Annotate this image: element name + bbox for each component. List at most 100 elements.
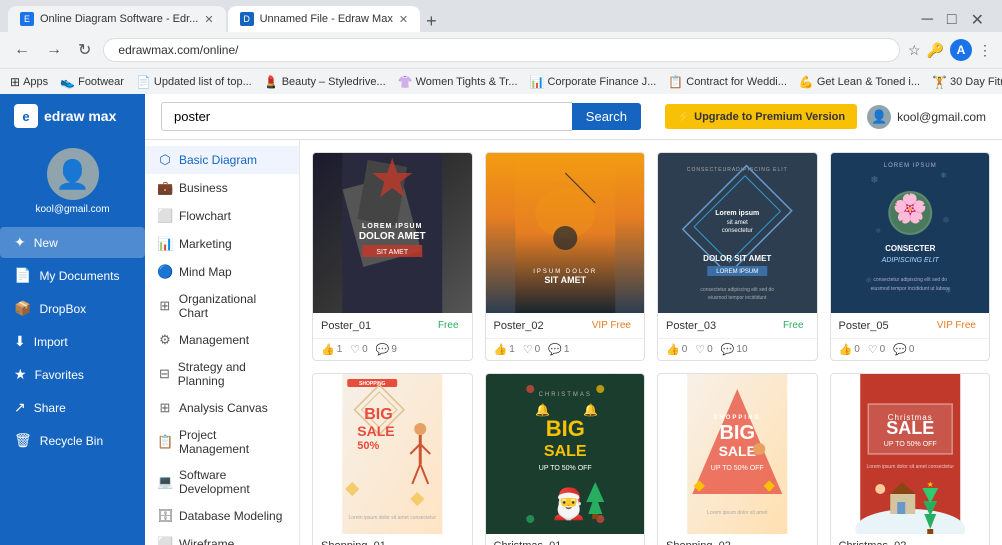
back-button[interactable]: ← — [10, 39, 34, 61]
cat-analysis[interactable]: ⊞ Analysis Canvas — [145, 394, 299, 422]
cat-basic-icon: ⬡ — [157, 152, 173, 168]
cat-wireframe[interactable]: ⬜ Wireframe — [145, 530, 299, 545]
cat-strategy[interactable]: ⊟ Strategy and Planning — [145, 354, 299, 394]
bookmark-30day[interactable]: 🏋30 Day Fitness Chal... — [932, 75, 1002, 89]
poster-card-03[interactable]: CONSECTEURADIPISCING ELIT Lorem ipsum si… — [657, 152, 818, 361]
svg-text:consectetur: consectetur — [722, 228, 753, 234]
bookmark-corp[interactable]: 📊Corporate Finance J... — [530, 75, 657, 89]
sidebar-item-favorites[interactable]: ★ Favorites — [0, 359, 145, 390]
cat-mindmap[interactable]: 🔵 Mind Map — [145, 258, 299, 286]
svg-text:Lorem ipsum dolor sit amet con: Lorem ipsum dolor sit amet consectetur — [866, 464, 954, 470]
poster-card-02[interactable]: IPSUM DOLOR SIT AMET Poster_02 VIP Free … — [485, 152, 646, 361]
cat-flowchart[interactable]: ⬜ Flowchart — [145, 202, 299, 230]
svg-text:Lorem ipsum dolor sit amet con: Lorem ipsum dolor sit amet consectetur — [348, 515, 436, 521]
svg-text:eiusmod tempor incididunt ut l: eiusmod tempor incididunt ut labore — [870, 286, 949, 292]
cat-flowchart-icon: ⬜ — [157, 208, 173, 224]
bookmark-women[interactable]: 👚Women Tights & Tr... — [398, 75, 518, 89]
bookmark-footwear[interactable]: 👟Footwear — [60, 75, 124, 89]
tab-close-1[interactable]: ✕ — [204, 13, 213, 26]
forward-button[interactable]: → — [42, 39, 66, 61]
cat-basic-diagram[interactable]: ⬡ Basic Diagram — [145, 146, 299, 174]
cat-marketing[interactable]: 📊 Marketing — [145, 230, 299, 258]
poster-card-shop2[interactable]: SHOPPING BIG SALE UP TO 50% OFF Lorem ip… — [657, 373, 818, 545]
gallery-row-2: SHOPPING BIG SALE 50% — [312, 373, 990, 545]
svg-text:50%: 50% — [357, 440, 379, 452]
svg-text:🎅: 🎅 — [550, 486, 587, 521]
svg-text:Lorem ipsum dolor sit amet: Lorem ipsum dolor sit amet — [707, 510, 768, 516]
logo-icon: e — [14, 104, 38, 128]
avatar: 👤 — [47, 148, 99, 200]
cat-database[interactable]: 🗄 Database Modeling — [145, 502, 299, 530]
new-icon: ✦ — [14, 234, 26, 251]
menu-button[interactable]: ⋮ — [978, 42, 992, 59]
favorites-icon: ★ — [14, 366, 27, 383]
close-window-button[interactable]: ✕ — [967, 8, 988, 32]
poster-card-01[interactable]: LOREM IPSUM DOLOR AMET SIT AMET Poster_0… — [312, 152, 473, 361]
poster-badge-03: Free — [778, 319, 809, 332]
key-button[interactable]: 🔑 — [927, 42, 944, 59]
new-tab-button[interactable]: + — [426, 11, 437, 32]
address-bar[interactable]: edrawmax.com/online/ — [103, 38, 900, 62]
browser-actions: ☆ 🔑 A ⋮ — [908, 39, 992, 61]
bookmark-star-button[interactable]: ☆ — [908, 42, 921, 59]
cat-analysis-label: Analysis Canvas — [179, 401, 268, 415]
svg-text:consectetur adipiscing elit se: consectetur adipiscing elit sed do — [700, 287, 774, 293]
poster-card-xmas1[interactable]: CHRISTMAS 🔔 🔔 BIG SALE UP TO 50% OFF 🎅 — [485, 373, 646, 545]
poster-thumb-02: IPSUM DOLOR SIT AMET — [486, 153, 645, 313]
browser-tab-2[interactable]: D Unnamed File - Edraw Max ✕ — [228, 6, 421, 32]
cat-mindmap-label: Mind Map — [179, 265, 232, 279]
sidebar-item-dropbox-label: DropBox — [39, 302, 86, 316]
svg-text:BIG: BIG — [545, 416, 584, 441]
sidebar-item-new-label: New — [34, 236, 58, 250]
upgrade-button[interactable]: ⚡ Upgrade to Premium Version — [665, 104, 857, 129]
cat-business[interactable]: 💼 Business — [145, 174, 299, 202]
user-email: kool@gmail.com — [35, 204, 109, 215]
search-button[interactable]: Search — [572, 103, 641, 130]
cat-marketing-label: Marketing — [179, 237, 232, 251]
svg-text:🔔: 🔔 — [535, 403, 550, 417]
cat-project[interactable]: 📋 Project Management — [145, 422, 299, 462]
sidebar-item-import[interactable]: ⬇ Import — [0, 326, 145, 357]
minimize-button[interactable]: ─ — [918, 9, 937, 31]
svg-text:UP TO 50% OFF: UP TO 50% OFF — [538, 465, 591, 472]
poster-name-shop1: Shopping_01 — [321, 540, 386, 545]
poster-card-shop1[interactable]: SHOPPING BIG SALE 50% — [312, 373, 473, 545]
bookmark-beauty[interactable]: 💄Beauty – Styledrive... — [264, 75, 386, 89]
stat-likes-03: 👍0 — [666, 343, 687, 356]
tab-close-2[interactable]: ✕ — [399, 13, 408, 26]
poster-thumb-01: LOREM IPSUM DOLOR AMET SIT AMET — [313, 153, 472, 313]
maximize-button[interactable]: □ — [943, 9, 961, 31]
cat-management-icon: ⚙ — [157, 332, 173, 348]
svg-text:UP TO 50% OFF: UP TO 50% OFF — [711, 465, 764, 472]
sidebar-item-new[interactable]: ✦ New — [0, 227, 145, 258]
svg-text:CONSECTEURADIPISCING ELIT: CONSECTEURADIPISCING ELIT — [687, 167, 788, 173]
bookmark-apps[interactable]: ⊞Apps — [10, 75, 48, 89]
sidebar-item-dropbox[interactable]: 📦 DropBox — [0, 293, 145, 324]
tab-favicon-1: E — [20, 12, 34, 26]
sidebar-item-share[interactable]: ↗ Share — [0, 392, 145, 423]
browser-tab-1[interactable]: E Online Diagram Software - Edr... ✕ — [8, 6, 226, 32]
bookmark-updated[interactable]: 📄Updated list of top... — [136, 75, 252, 89]
reload-button[interactable]: ↻ — [74, 38, 95, 62]
search-input[interactable] — [161, 102, 572, 131]
main-content: Search ⚡ Upgrade to Premium Version 👤 ko… — [145, 94, 1002, 545]
bookmark-lean[interactable]: 💪Get Lean & Toned i... — [799, 75, 920, 89]
chrome-user-avatar[interactable]: A — [950, 39, 972, 61]
cat-management[interactable]: ⚙ Management — [145, 326, 299, 354]
poster-info-02: Poster_02 VIP Free — [486, 313, 645, 338]
cat-strategy-label: Strategy and Planning — [178, 360, 287, 388]
cat-strategy-icon: ⊟ — [157, 366, 172, 382]
avatar-icon: 👤 — [55, 158, 90, 191]
poster-card-05[interactable]: LOREM IPSUM ❄ ❄ ❄ ❄ ❄ ❄ — [830, 152, 991, 361]
cat-orgchart[interactable]: ⊞ Organizational Chart — [145, 286, 299, 326]
svg-text:SALE: SALE — [543, 443, 586, 460]
poster-card-xmas2[interactable]: ★ Christmas SALE UP TO 50% OFF Lorem ips… — [830, 373, 991, 545]
sidebar-item-recycle[interactable]: 🗑 Recycle Bin — [0, 425, 145, 456]
svg-text:SHOPPING: SHOPPING — [713, 415, 761, 421]
bookmarks-bar: ⊞Apps 👟Footwear 📄Updated list of top... … — [0, 68, 1002, 94]
sidebar-item-mydocs[interactable]: 📄 My Documents — [0, 260, 145, 291]
logo-text: edraw max — [44, 108, 116, 124]
cat-software[interactable]: 💻 Software Development — [145, 462, 299, 502]
bookmark-contract[interactable]: 📋Contract for Weddi... — [668, 75, 787, 89]
poster-badge-02: VIP Free — [587, 319, 636, 332]
